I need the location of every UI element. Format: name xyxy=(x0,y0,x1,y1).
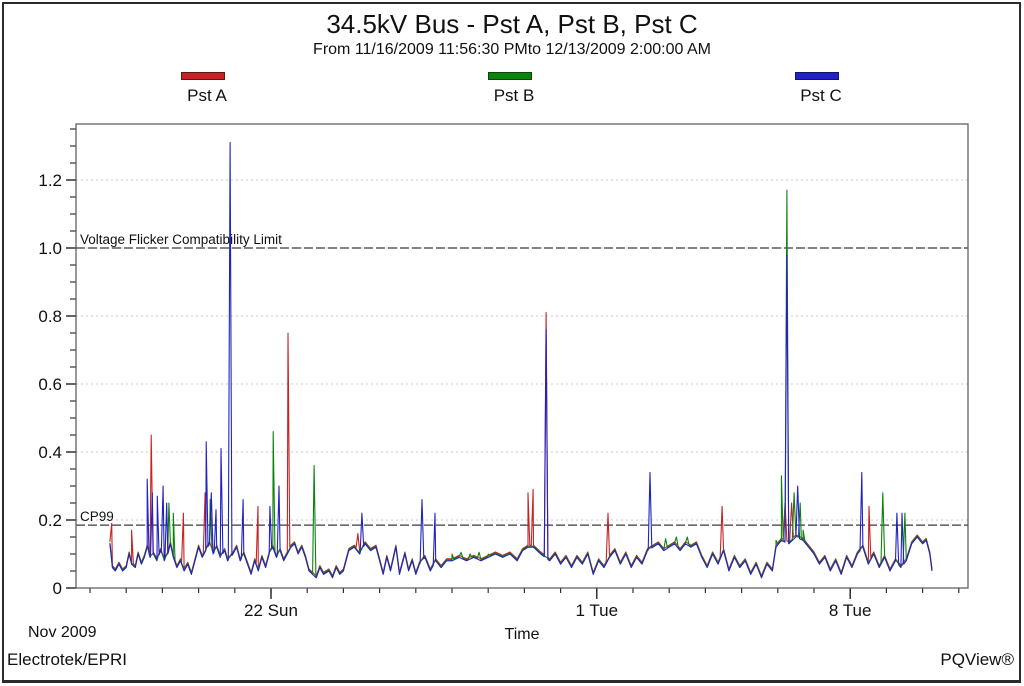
x-axis-title: Time xyxy=(382,626,662,644)
x-axis-era-label: Nov 2009 xyxy=(28,624,97,642)
legend-label-pst-a: Pst A xyxy=(162,86,252,106)
legend-label-pst-b: Pst B xyxy=(469,86,559,106)
x-tick-label: 8 Tue xyxy=(829,601,872,620)
legend-swatch-pst-a xyxy=(181,72,225,80)
y-tick-label: 0.2 xyxy=(38,511,62,530)
chart-title: 34.5kV Bus - Pst A, Pst B, Pst C xyxy=(0,9,1024,40)
x-tick-label: 1 Tue xyxy=(576,601,619,620)
y-tick-label: 1.2 xyxy=(38,171,62,190)
legend-swatch-pst-c xyxy=(795,72,839,80)
y-tick-label: 0.6 xyxy=(38,375,62,394)
footer-brand: Electrotek/EPRI xyxy=(7,650,127,670)
x-tick-label: 22 Sun xyxy=(244,601,298,620)
y-tick-label: 0.8 xyxy=(38,307,62,326)
y-tick-label: 0 xyxy=(53,579,62,598)
series-pst-c xyxy=(110,143,932,578)
limit-line-label: CP99 xyxy=(80,509,114,524)
legend-swatch-pst-b xyxy=(488,72,532,80)
series-pst-a xyxy=(110,313,932,576)
y-tick-label: 1.0 xyxy=(38,239,62,258)
chart-subtitle: From 11/16/2009 11:56:30 PMto 12/13/2009… xyxy=(0,41,1024,59)
footer-app-name: PQView® xyxy=(940,650,1014,670)
legend-label-pst-c: Pst C xyxy=(776,86,866,106)
limit-line-label: Voltage Flicker Compatibility Limit xyxy=(80,232,282,247)
pqview-chart-page: { "footer": { "left": "Electrotek/EPRI",… xyxy=(0,0,1024,686)
y-tick-label: 0.4 xyxy=(38,443,62,462)
series-layer xyxy=(110,143,932,578)
